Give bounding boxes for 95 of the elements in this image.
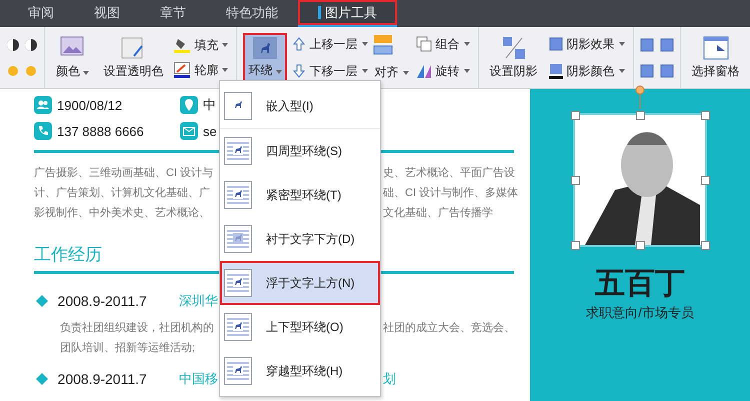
send-backward-button[interactable]: 下移一层	[290, 62, 370, 80]
caret-icon	[402, 70, 409, 74]
caret-icon	[276, 70, 282, 74]
set-transparent-color-button[interactable]: 设置透明色	[98, 32, 168, 82]
shadow-effect-icon	[548, 37, 563, 51]
caret-icon	[362, 42, 368, 46]
resize-handle[interactable]	[636, 241, 645, 250]
job-description: 社团的成立大会、竞选会、	[383, 321, 515, 335]
resize-handle[interactable]	[571, 241, 580, 250]
person-name: 五百丁	[595, 266, 685, 302]
group-button[interactable]: 组合	[414, 36, 472, 52]
resize-handle[interactable]	[701, 111, 710, 120]
rotate-icon	[416, 63, 432, 79]
ribbon-tab[interactable]: 章节	[140, 0, 206, 27]
shadow-icon	[502, 36, 526, 60]
color-button[interactable]: 颜色	[51, 32, 94, 82]
menu-item[interactable]: 上下型环绕(O)	[220, 305, 380, 349]
wrap-layout-icon	[224, 269, 252, 297]
align-button[interactable]: 对齐	[372, 64, 411, 81]
menu-item[interactable]: 四周型环绕(S)	[220, 129, 380, 173]
caret-icon	[618, 69, 625, 73]
job-description: 负责社团组织建设，社团机构的	[59, 321, 214, 335]
wrap-layout-icon	[224, 225, 252, 253]
diamond-bullet-icon	[36, 295, 48, 307]
section-heading: 工作经历	[34, 244, 102, 264]
courses-text: 影视制作、中外美术史、艺术概论、	[33, 206, 210, 220]
resize-handle[interactable]	[701, 176, 710, 185]
arrow-up-icon	[292, 37, 306, 51]
courses-text: 广告摄影、三维动画基础、CI 设计与	[33, 166, 214, 180]
menu-item[interactable]: 浮于文字上方(N)	[220, 261, 380, 305]
caret-icon	[618, 42, 625, 46]
caret-icon	[464, 69, 470, 73]
contact-text: 137 8888 6666	[57, 124, 144, 138]
job-date: 2008.9-2011.7	[58, 371, 148, 387]
wrap-icon	[253, 36, 278, 58]
menu-item[interactable]: 嵌入型(I)	[220, 84, 380, 129]
fill-button[interactable]: 填充	[172, 36, 230, 54]
company-name: 中国移	[179, 370, 218, 388]
job-date: 2008.9-2011.7	[58, 293, 148, 309]
shadow-color-icon	[548, 63, 563, 79]
bring-forward-button[interactable]: 上移一层	[290, 36, 370, 52]
ribbon-tab[interactable]: 视图	[74, 0, 140, 27]
contact-text: 1900/08/12	[57, 98, 122, 112]
contact-text: 中	[203, 96, 216, 114]
courses-text: 计、广告策划、计算机文化基础、广	[33, 186, 210, 200]
paint-bucket-icon	[174, 37, 190, 53]
wrap-layout-icon	[224, 313, 252, 341]
resize-handle[interactable]	[701, 241, 710, 250]
job-objective: 求职意向/市场专员	[586, 304, 694, 322]
arrow-down-icon	[292, 64, 306, 78]
caret-icon	[222, 68, 228, 72]
wrap-button[interactable]: 环绕	[243, 32, 287, 82]
caret-icon	[83, 70, 90, 74]
contrast-down-icon	[24, 38, 38, 52]
courses-text: 础、CI 设计与制作、多媒体	[383, 186, 518, 200]
pen-outline-icon	[174, 62, 190, 78]
outline-button[interactable]: 轮廓	[172, 62, 230, 78]
caret-icon	[464, 42, 470, 46]
shadow-effect-button[interactable]: 阴影效果	[546, 36, 627, 52]
rotate-button[interactable]: 旋转	[414, 62, 472, 80]
ribbon-tab[interactable]: 审阅	[8, 0, 74, 27]
contact-text: se	[203, 124, 217, 138]
job-description: 团队培训、招新等运维活动;	[59, 341, 196, 355]
rotate-handle[interactable]	[635, 85, 645, 109]
envelope-icon	[180, 122, 198, 140]
shadow-color-button[interactable]: 阴影颜色	[546, 62, 627, 80]
courses-text: 文化基础、广告传播学	[383, 206, 493, 220]
wrap-layout-icon	[224, 137, 252, 165]
phone-icon	[34, 122, 52, 140]
menu-item[interactable]: 穿越型环绕(H)	[220, 349, 380, 393]
ribbon-tab[interactable]: 特色功能	[206, 0, 298, 27]
tab-marker-icon	[318, 6, 321, 19]
ribbon-tab[interactable]: 图片工具	[298, 0, 397, 27]
wrap-layout-icon	[224, 181, 252, 209]
selection-pane-icon	[702, 36, 729, 60]
location-pin-icon	[180, 96, 198, 114]
wrap-layout-icon	[224, 357, 252, 385]
selection-pane-button[interactable]: 选择窗格	[686, 32, 745, 82]
menu-item[interactable]: 紧密型环绕(T)	[220, 173, 380, 217]
courses-text: 史、艺术概论、平面广告设	[383, 166, 515, 180]
caret-icon	[222, 43, 228, 47]
contrast-up-icon	[6, 38, 20, 52]
company-text: 划	[383, 370, 397, 388]
wrap-layout-icon	[224, 92, 252, 120]
group-icon	[416, 36, 432, 52]
align-icon	[372, 34, 393, 56]
company-name: 深圳华	[179, 292, 218, 310]
caret-icon	[362, 69, 368, 73]
set-shadow-button[interactable]: 设置阴影	[484, 32, 543, 82]
resize-handle[interactable]	[571, 176, 580, 185]
menu-item[interactable]: 衬于文字下方(D)	[220, 217, 380, 261]
resize-handle[interactable]	[571, 111, 580, 120]
resize-handle[interactable]	[636, 111, 645, 120]
diamond-bullet-icon	[36, 373, 48, 385]
people-icon	[34, 96, 52, 114]
